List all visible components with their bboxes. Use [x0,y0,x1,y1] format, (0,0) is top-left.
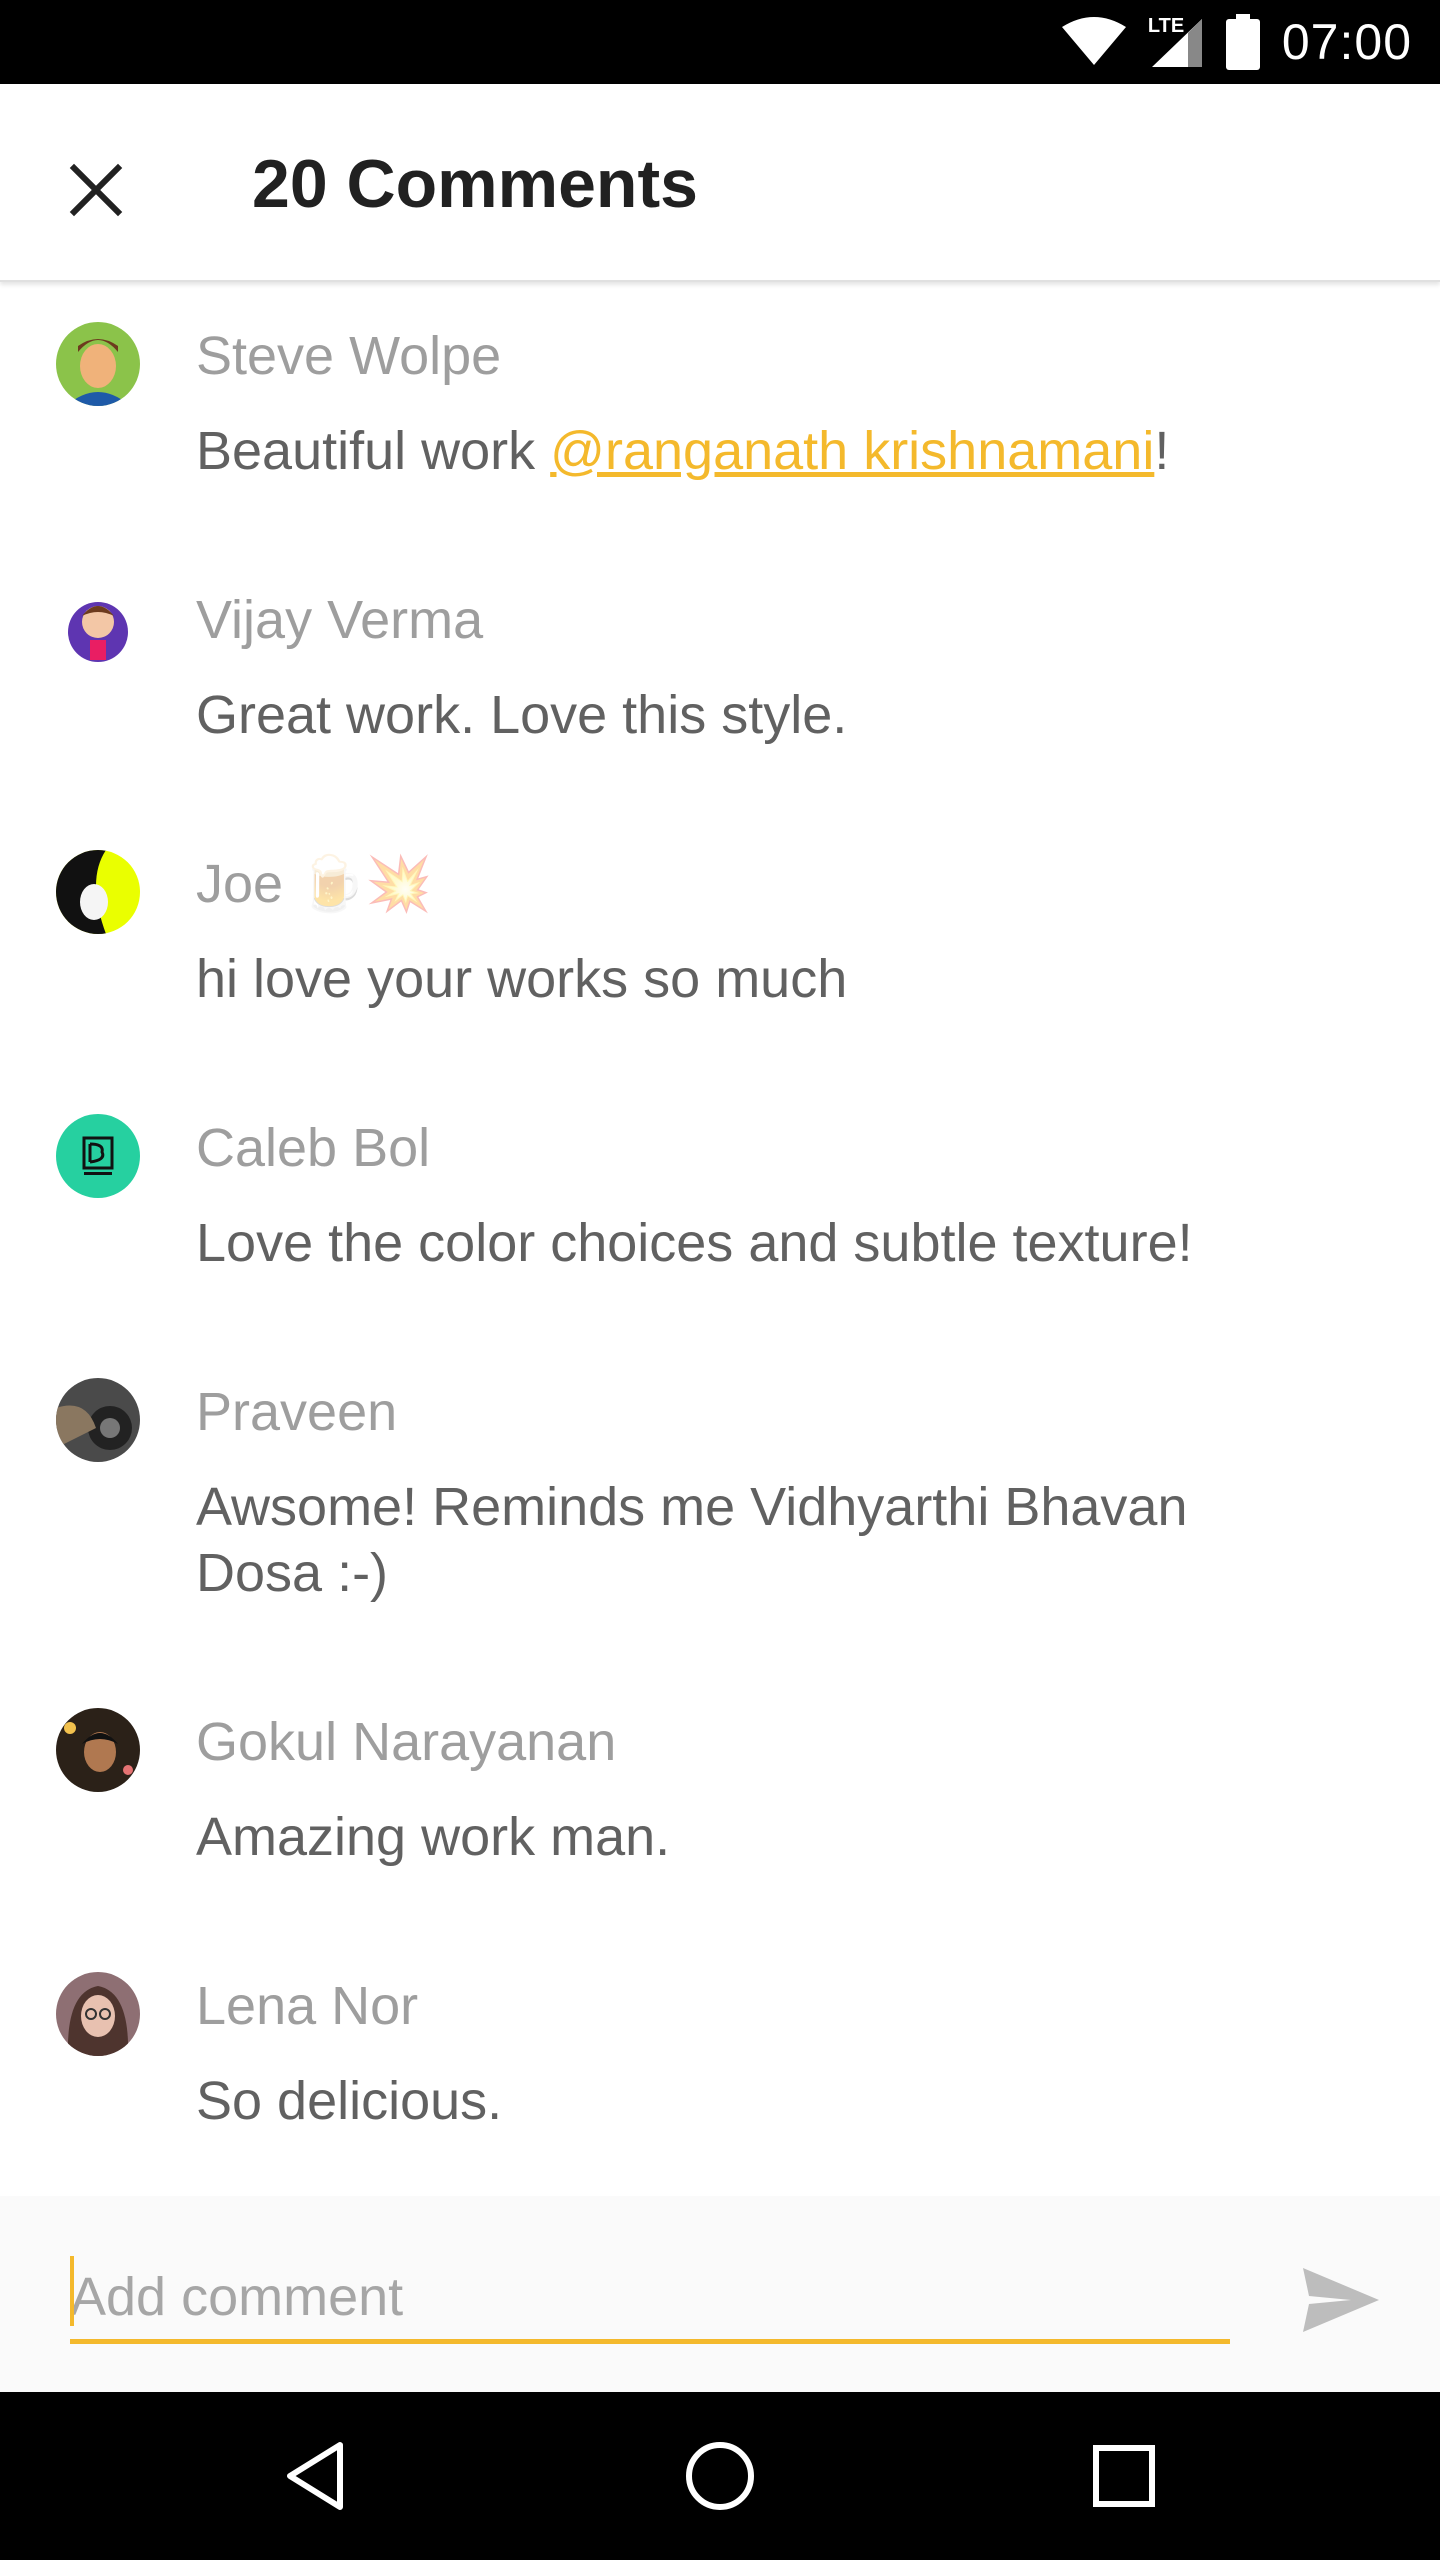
comment-author[interactable]: Joe 🍺💥 [196,852,433,917]
back-button[interactable] [276,2436,356,2516]
comment-text: Beautiful work @ranganath krishnamani! [196,418,1316,484]
comment-author[interactable]: Caleb Bol [196,1116,430,1181]
navigation-bar [0,2392,1440,2560]
comments-list[interactable]: Steve Wolpe Beautiful work @ranganath kr… [0,284,1440,2196]
network-type-label: LTE [1147,15,1185,37]
recents-icon [1093,2445,1155,2507]
status-icons: LTE 07:00 [1061,0,1412,84]
recents-button[interactable] [1084,2436,1164,2516]
avatar[interactable] [56,1378,140,1462]
comment-text: Amazing work man. [196,1807,671,1867]
comment-text: Love the color choices and subtle textur… [196,1213,1193,1273]
comment-input[interactable] [70,2254,1230,2344]
comment-author[interactable]: Vijay Verma [196,588,483,653]
text-cursor [70,2256,74,2326]
avatar[interactable] [56,850,140,934]
comment-author[interactable]: Gokul Narayanan [196,1710,616,1775]
mention-link[interactable]: @ranganath krishnamani [550,421,1154,481]
home-button[interactable] [680,2436,760,2516]
comment-text-end: ! [1154,421,1170,481]
comment-text: So delicious. [196,2071,503,2131]
status-bar: LTE 07:00 [0,0,1440,84]
back-icon [287,2442,343,2510]
close-button[interactable] [56,150,136,230]
comment-text: Awsome! Reminds me Vidhyarthi Bhavan Dos… [196,1477,1188,1603]
battery-icon [1225,14,1260,70]
author-name: Joe [196,854,284,914]
comment-composer [0,2196,1440,2392]
comment-author[interactable]: Lena Nor [196,1974,418,2039]
page-title: 20 Comments [252,146,698,222]
home-icon [686,2442,754,2510]
avatar[interactable] [56,1708,140,1792]
signal-icon: LTE [1148,15,1204,69]
avatar[interactable] [56,322,140,406]
comment-text-start: Beautiful work [196,421,551,481]
avatar[interactable] [56,1972,140,2056]
status-time: 07:00 [1281,14,1412,70]
comment-author[interactable]: Steve Wolpe [196,324,501,389]
comment-author[interactable]: Praveen [196,1380,397,1445]
close-icon [69,163,123,217]
comment-text: Great work. Love this style. [196,685,848,745]
wifi-icon [1061,17,1126,67]
avatar[interactable] [56,586,140,670]
send-button[interactable] [1298,2262,1384,2338]
avatar[interactable] [56,1114,140,1198]
send-icon [1303,2268,1379,2332]
app-bar: 20 Comments [0,84,1440,282]
comment-text: hi love your works so much [196,949,848,1009]
author-emoji: 🍺💥 [298,854,433,914]
